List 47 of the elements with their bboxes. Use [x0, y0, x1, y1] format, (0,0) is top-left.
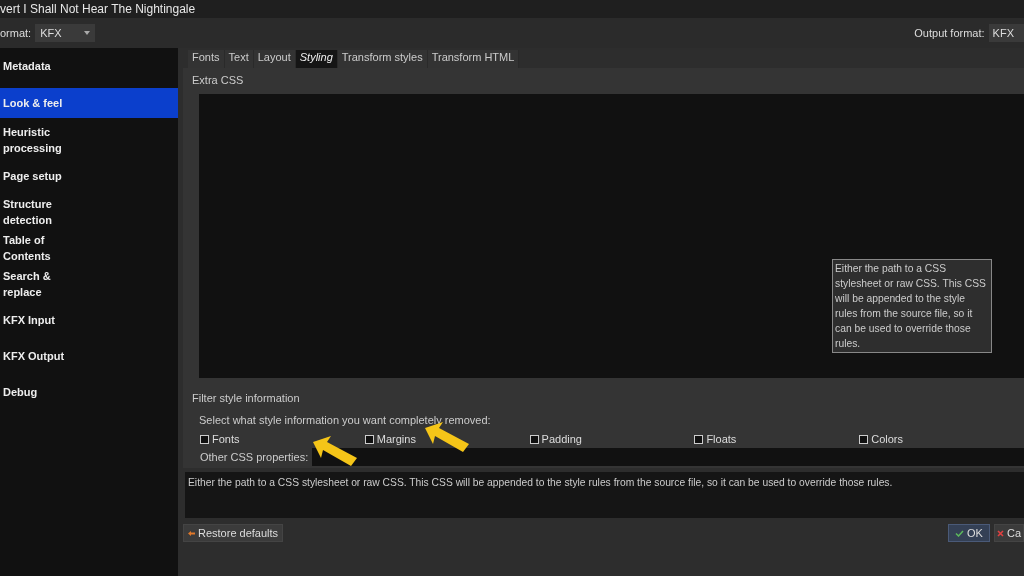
tab[interactable]: Transform styles	[337, 50, 428, 68]
tab[interactable]: Fonts	[188, 50, 225, 68]
restore-defaults-button[interactable]: Restore defaults	[183, 524, 284, 542]
tab[interactable]: Layout	[253, 50, 296, 68]
output-format-label: Output format:	[914, 27, 985, 39]
sidebar-item[interactable]: Structure detection	[0, 194, 178, 230]
sidebar-item[interactable]: Look & feel	[0, 88, 178, 118]
filter-prompt: Select what style information you want completely removed:	[199, 414, 492, 426]
checkbox[interactable]	[694, 434, 704, 444]
tooltip: Either the path to a CSS stylesheet or raw CSS. This CSS will be appended to the style rules from the source file, so it can be used to override those rules.	[832, 259, 992, 353]
window-title: vert I Shall Not Hear The Nightingale	[0, 2, 196, 16]
input-format-dropdown[interactable]: KFX	[35, 24, 95, 42]
checkbox-label[interactable]: Fonts	[212, 433, 240, 445]
ok-button[interactable]: OK	[948, 524, 990, 542]
sidebar-item[interactable]: Debug	[0, 374, 178, 410]
extra-css-label: Extra CSS	[192, 74, 245, 86]
output-format-dropdown[interactable]: KFX	[988, 24, 1024, 42]
checkbox-label[interactable]: Margins	[376, 433, 416, 445]
checkbox[interactable]	[364, 434, 374, 444]
sidebar-item[interactable]: KFX Output	[0, 338, 178, 374]
caret-icon	[83, 31, 90, 35]
css-editor[interactable]: Either the path to a CSS stylesheet or raw CSS. This CSS will be appended to the style rules from the source file, so it can be used to override those rules.	[199, 94, 1024, 378]
arrow-left-icon	[188, 530, 195, 536]
tab[interactable]: Transform HTML	[427, 50, 520, 68]
input-format-label: ormat:	[0, 27, 32, 39]
cancel-button[interactable]: Ca	[993, 524, 1024, 542]
other-css-label: Other CSS properties:	[200, 451, 309, 463]
check-icon	[955, 529, 965, 537]
tab[interactable]: Styling	[295, 50, 338, 68]
checkbox-label[interactable]: Colors	[871, 433, 903, 445]
checkbox[interactable]	[859, 434, 869, 444]
sidebar-item[interactable]: Metadata	[0, 48, 178, 84]
tab[interactable]: Text	[224, 50, 254, 68]
close-icon	[996, 529, 1004, 537]
sidebar-item[interactable]: Heuristic processing	[0, 122, 178, 158]
sidebar-item[interactable]: Table of Contents	[0, 230, 178, 266]
checkbox[interactable]	[200, 434, 209, 444]
arrow-icon	[311, 434, 359, 468]
other-css-field[interactable]	[312, 448, 1024, 466]
checkbox-label[interactable]: Padding	[541, 433, 582, 445]
sidebar-item[interactable]: KFX Input	[0, 302, 178, 338]
filter-title: Filter style information	[192, 392, 301, 404]
sidebar-item[interactable]: Page setup	[0, 158, 178, 194]
sidebar-item[interactable]: Search & replace	[0, 266, 178, 302]
help-text: Either the path to a CSS stylesheet or raw CSS. This CSS will be appended to the style rules from the source file, so it can be used to override those rules.	[185, 472, 1024, 518]
checkbox-label[interactable]: Floats	[706, 433, 737, 445]
checkbox[interactable]	[529, 434, 539, 444]
